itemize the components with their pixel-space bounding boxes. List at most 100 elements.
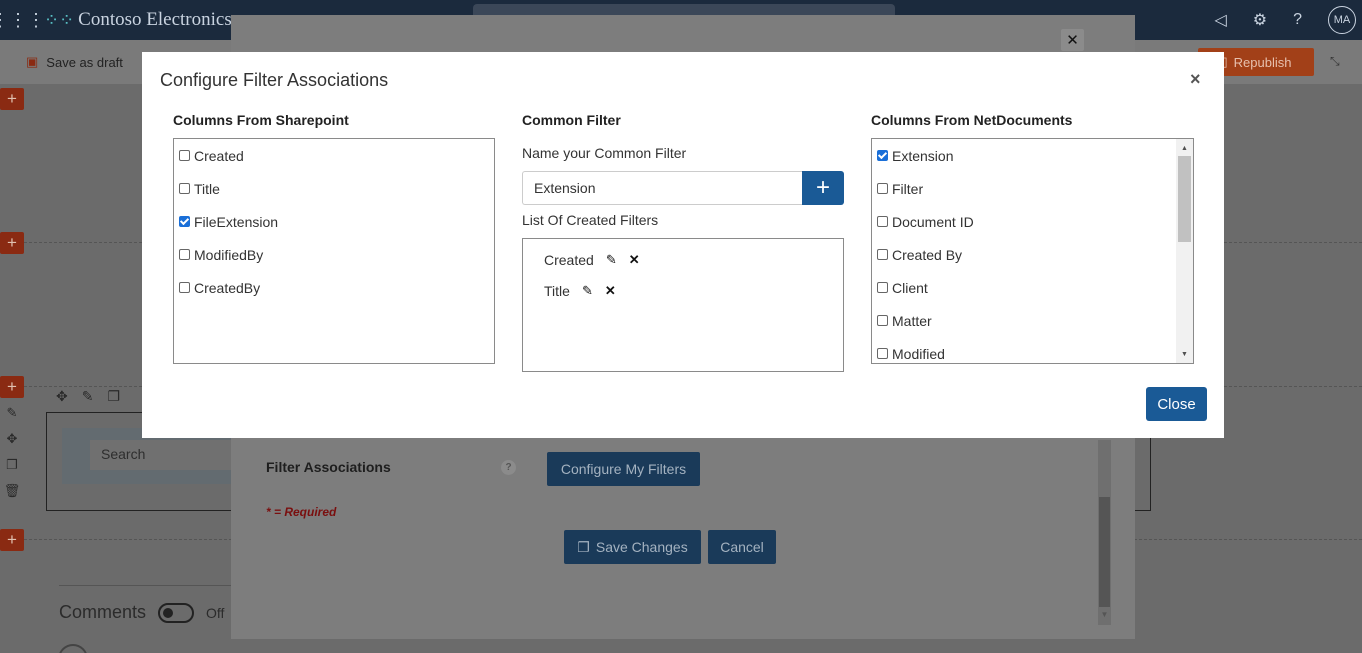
checkbox[interactable]	[877, 183, 888, 194]
app-launcher-icon[interactable]: ⋮⋮⋮	[0, 0, 45, 40]
save-changes-button[interactable]: ❐ Save Changes	[564, 530, 701, 564]
save-as-draft-label: Save as draft	[46, 54, 123, 70]
divider	[59, 585, 234, 586]
scrollbar-thumb[interactable]	[1178, 156, 1191, 242]
scroll-up-icon[interactable]: ▲	[1176, 141, 1193, 155]
checkbox[interactable]	[877, 282, 888, 293]
checkbox-row[interactable]: FileExtension	[179, 205, 494, 238]
checkbox-row[interactable]: Created By	[877, 238, 1193, 271]
checkbox-label: ModifiedBy	[194, 246, 264, 263]
checkbox[interactable]	[179, 282, 190, 293]
save-changes-label: Save Changes	[595, 539, 688, 555]
checkbox-label: CreatedBy	[194, 279, 261, 296]
scrollbar-thumb[interactable]	[1099, 497, 1110, 607]
checkbox[interactable]	[877, 348, 888, 359]
checkbox-label: Created By	[892, 246, 963, 263]
comments-toggle[interactable]	[158, 602, 195, 623]
filter-name: Title	[544, 282, 570, 299]
checkbox-label: Matter	[892, 312, 932, 329]
scroll-down-icon[interactable]: ▼	[1098, 610, 1111, 622]
checkbox[interactable]	[179, 183, 190, 194]
checkbox-label: FileExtension	[194, 213, 279, 230]
remove-icon[interactable]: ✕	[629, 252, 640, 268]
pencil-icon[interactable]: ✎	[606, 252, 617, 268]
move-icon[interactable]: ✥	[7, 431, 18, 447]
scroll-down-icon[interactable]: ▼	[1176, 347, 1193, 361]
checkbox-label: Title	[194, 180, 220, 197]
help-icon[interactable]: ?	[501, 460, 516, 475]
gear-icon[interactable]: ⚙	[1253, 10, 1267, 30]
checkbox-row[interactable]: Filter	[877, 172, 1193, 205]
filter-name: Created	[544, 251, 594, 268]
dialog-title: Configure Filter Associations	[160, 70, 389, 90]
remove-icon[interactable]: ✕	[605, 283, 616, 299]
republish-label: Republish	[1233, 54, 1292, 70]
checkbox[interactable]	[179, 150, 190, 161]
plus-icon: +	[815, 174, 830, 201]
netdocuments-column-list: Extension Filter Document ID Created By Clie…	[871, 138, 1194, 364]
cancel-button[interactable]: Cancel	[708, 530, 776, 564]
checkbox-label: Document ID	[892, 213, 974, 230]
common-filter-name-input[interactable]: Extension	[522, 171, 803, 205]
configure-filters-button[interactable]: Configure My Filters	[547, 452, 700, 486]
filter-item: Created ✎ ✕	[523, 244, 843, 275]
help-icon[interactable]: ?	[1293, 11, 1302, 29]
checkbox-row[interactable]: Matter	[877, 304, 1193, 337]
required-note: * = Required	[266, 505, 337, 519]
header-actions: ◁ ⚙ ? MA	[1214, 0, 1362, 40]
checkbox-row[interactable]: Document ID	[877, 205, 1193, 238]
add-section-button[interactable]: +	[0, 529, 24, 551]
section-toolbar: ✎ ✥ ❐ 🗑	[0, 405, 24, 499]
move-icon[interactable]: ✥	[56, 388, 68, 405]
checkbox[interactable]	[877, 216, 888, 227]
search-input[interactable]: Search	[90, 440, 240, 470]
comments-label: Comments	[59, 602, 147, 622]
pencil-icon[interactable]: ✎	[82, 388, 94, 405]
checkbox[interactable]	[179, 249, 190, 260]
duplicate-icon[interactable]: ❐	[107, 388, 120, 405]
comments-row: Comments Off	[59, 602, 224, 623]
save-icon: ▣	[26, 54, 39, 69]
add-section-button[interactable]: +	[0, 376, 24, 398]
checkbox[interactable]	[877, 249, 888, 260]
avatar[interactable]: MA	[1328, 6, 1356, 34]
logo-icon: ⁘⁘	[44, 9, 75, 30]
checkbox-row[interactable]: Extension	[877, 139, 1193, 172]
checkbox-row[interactable]: CreatedBy	[179, 271, 494, 304]
netdocuments-heading: Columns From NetDocuments	[871, 112, 1073, 128]
checkbox-label: Client	[892, 279, 928, 296]
checkbox[interactable]	[877, 315, 888, 326]
duplicate-icon[interactable]: ❐	[6, 457, 18, 473]
checkbox-label: Extension	[892, 147, 954, 164]
close-icon[interactable]: ×	[1190, 69, 1201, 90]
add-webpart-button[interactable]: +	[0, 232, 24, 254]
checkbox-label: Modified	[892, 345, 945, 362]
checkbox-row[interactable]: Modified	[877, 337, 1193, 363]
save-as-draft-button[interactable]: ▣ Save as draft	[26, 54, 123, 70]
collapse-icon[interactable]: ⤡	[1330, 54, 1340, 69]
delete-icon[interactable]: 🗑	[4, 483, 21, 499]
filter-item: Title ✎ ✕	[523, 275, 843, 306]
brand-name: Contoso Electronics	[78, 9, 232, 30]
add-filter-button[interactable]: +	[802, 171, 844, 205]
megaphone-icon[interactable]: ◁	[1214, 10, 1226, 30]
checkbox[interactable]	[179, 216, 190, 227]
close-icon[interactable]: ✕	[1061, 29, 1084, 51]
checkbox[interactable]	[877, 150, 888, 161]
copy-icon: ❐	[577, 538, 590, 555]
common-filter-heading: Common Filter	[522, 112, 621, 128]
checkbox-row[interactable]: Client	[877, 271, 1193, 304]
close-button[interactable]: Close	[1146, 387, 1207, 421]
add-section-button[interactable]: +	[0, 88, 24, 110]
checkbox-row[interactable]: Title	[179, 172, 494, 205]
comments-toggle-state: Off	[206, 604, 225, 621]
common-filter-name-label: Name your Common Filter	[522, 145, 687, 161]
filter-associations-label: Filter Associations	[266, 459, 391, 475]
created-filters-label: List Of Created Filters	[522, 212, 659, 228]
pencil-icon[interactable]: ✎	[582, 283, 593, 299]
configure-filter-dialog: Configure Filter Associations × Columns …	[142, 52, 1224, 438]
edit-section-icon[interactable]: ✎	[7, 405, 18, 421]
checkbox-row[interactable]: Created	[179, 139, 494, 172]
brand[interactable]: ⁘⁘ Contoso Electronics	[44, 9, 232, 31]
checkbox-row[interactable]: ModifiedBy	[179, 238, 494, 271]
